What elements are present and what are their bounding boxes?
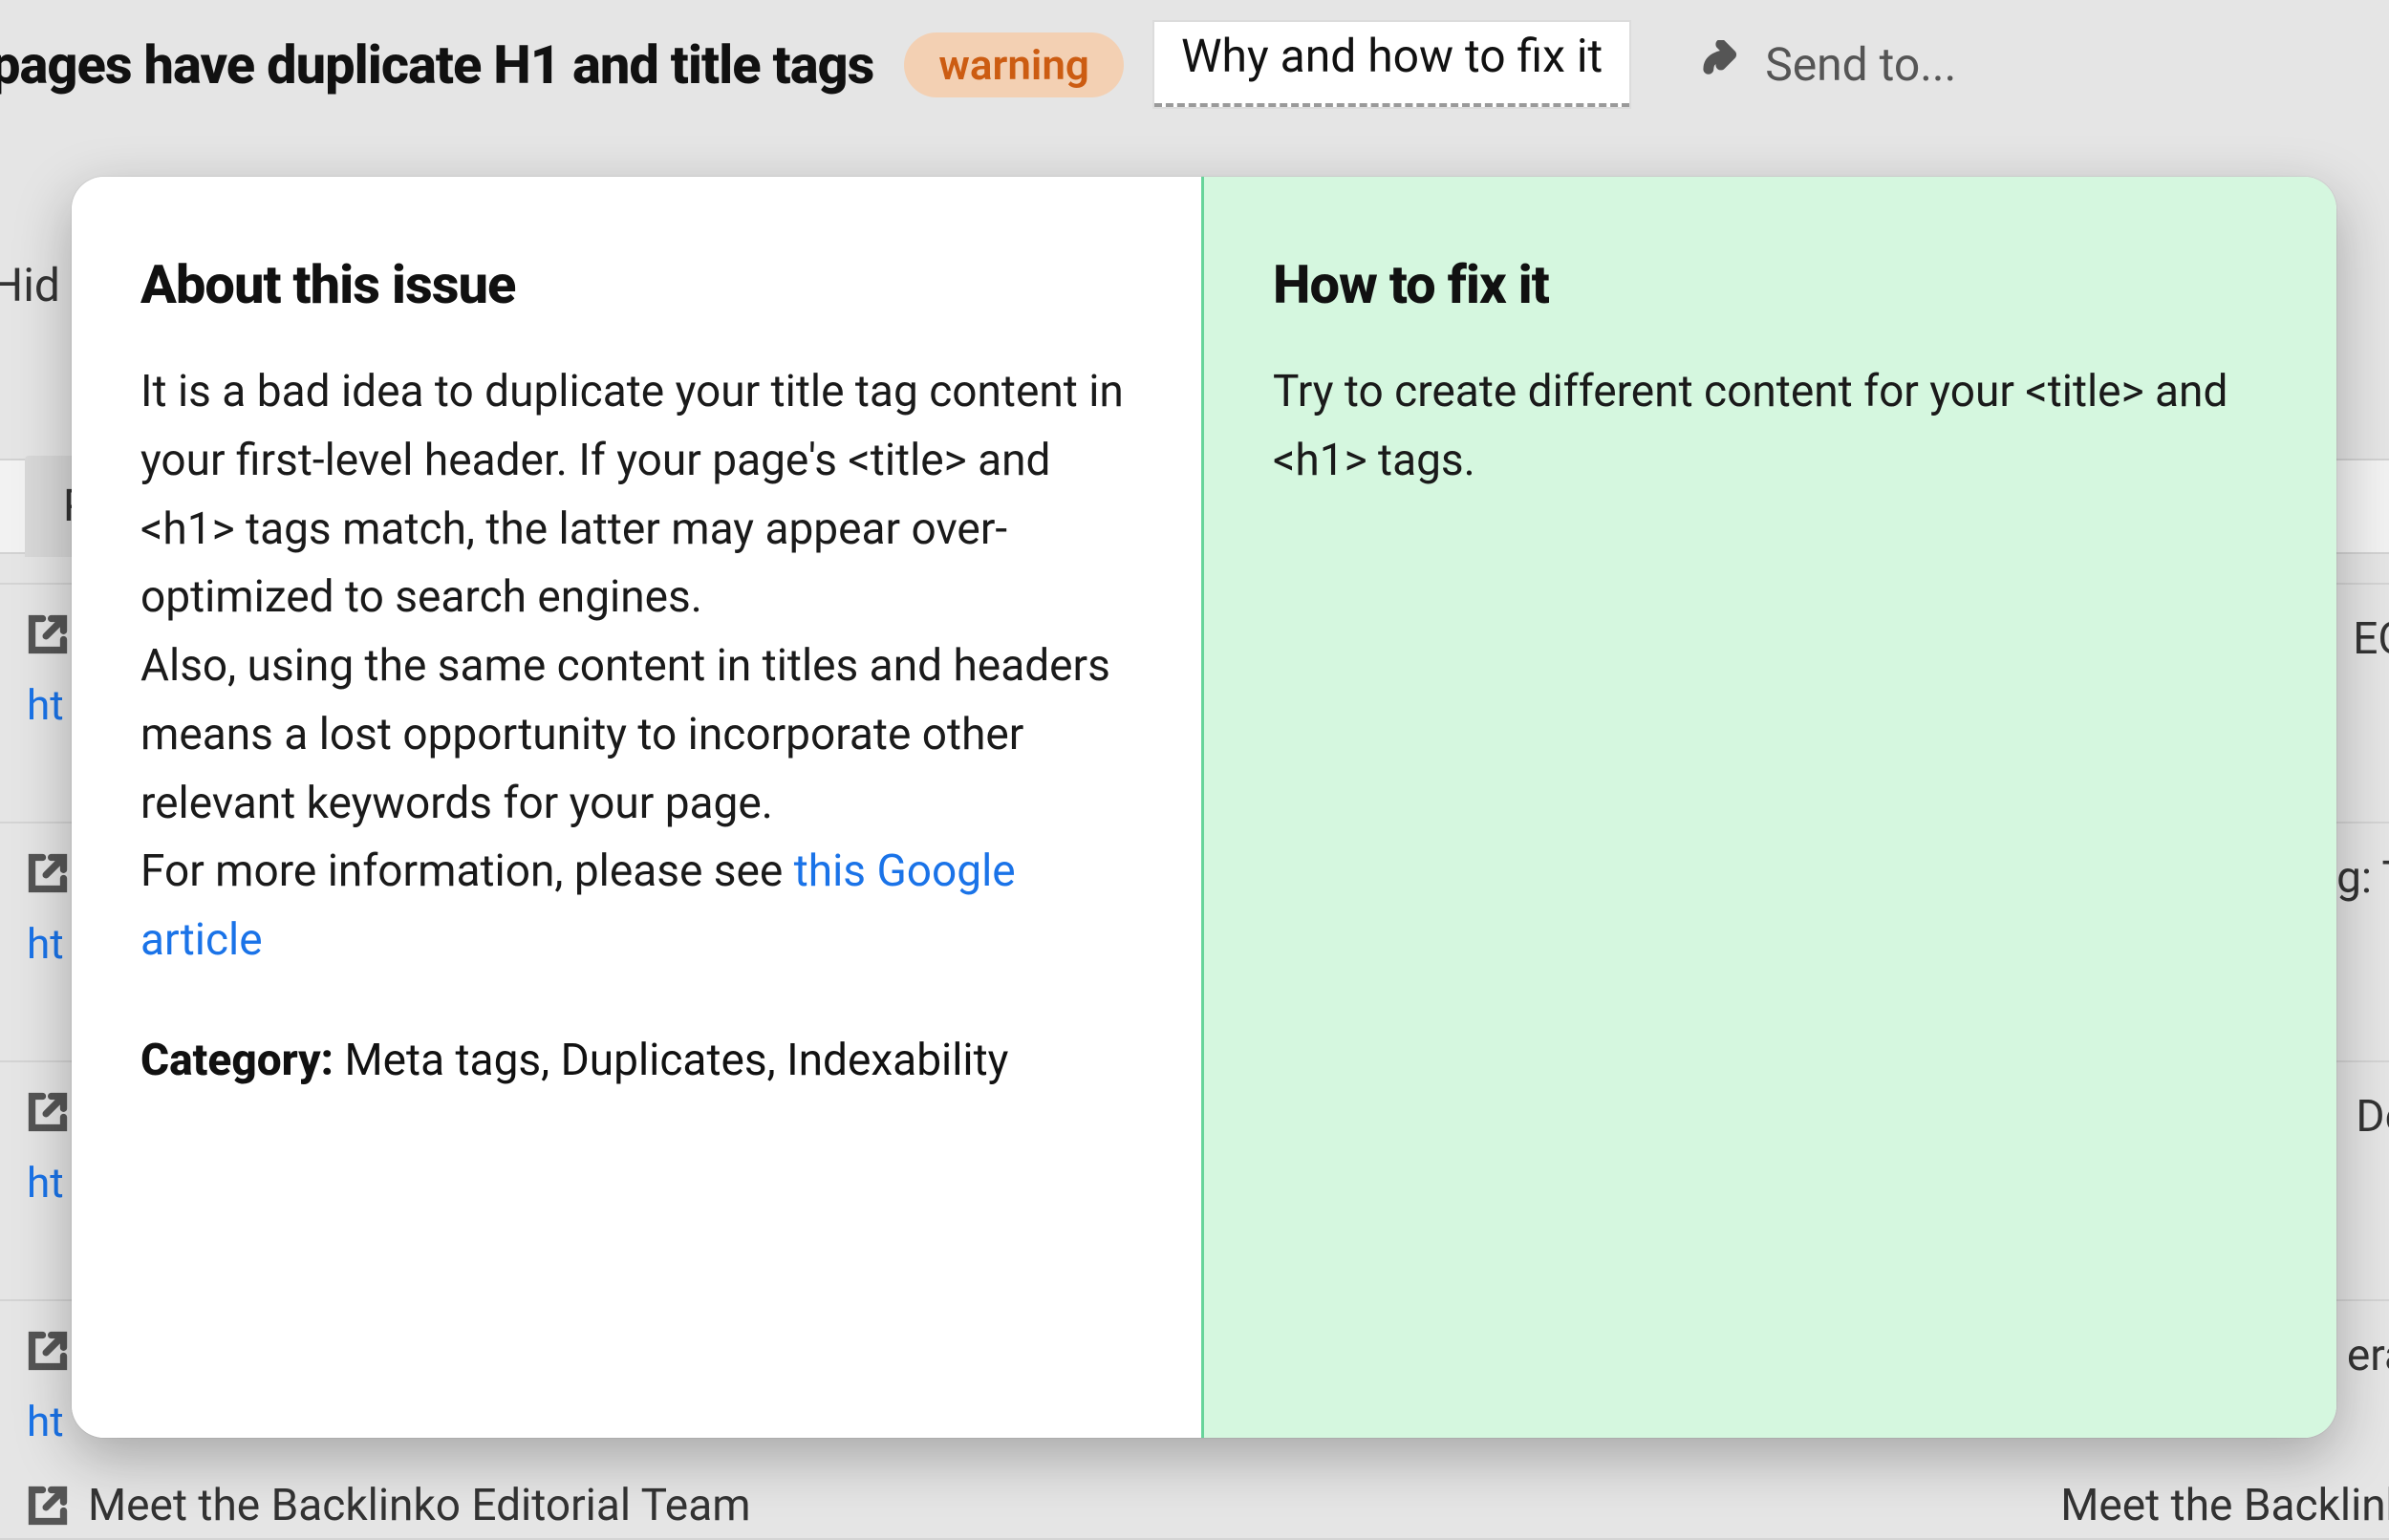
about-paragraph-3-prefix: For more information, please see (140, 845, 794, 897)
row-right-fragment: era (2347, 1330, 2389, 1381)
about-column: About this issue It is a bad idea to dup… (72, 177, 1204, 1438)
external-link-icon (27, 852, 69, 894)
send-to-button[interactable]: Send to... (1698, 37, 1956, 92)
why-and-how-link[interactable]: Why and how to fix it (1154, 22, 1629, 107)
about-paragraph-2: Also, using the same content in titles a… (140, 640, 1110, 829)
about-paragraph-1: It is a bad idea to duplicate your title… (140, 366, 1124, 623)
lastrow-title: Meet the Backlinko Editorial Team (88, 1480, 751, 1531)
issue-popover: About this issue It is a bad idea to dup… (72, 177, 2336, 1438)
share-arrow-icon (1698, 40, 1748, 90)
warning-badge: warning (904, 32, 1124, 97)
lastrow-right: Meet the Backlink (2060, 1480, 2389, 1531)
external-link-icon (27, 1485, 69, 1527)
row-right-fragment: De (2356, 1091, 2389, 1143)
category-line: Category: Meta tags, Duplicates, Indexab… (140, 1027, 1132, 1095)
external-link-icon (27, 1091, 69, 1133)
table-row[interactable]: Meet the Backlinko Editorial Team Meet t… (27, 1480, 2389, 1531)
about-heading: About this issue (140, 253, 1132, 316)
hide-rows-fragment: Hid (0, 258, 60, 312)
send-to-label: Send to... (1765, 37, 1956, 92)
category-label: Category: (140, 1035, 334, 1086)
external-link-icon (27, 1330, 69, 1372)
about-body: It is a bad idea to duplicate your title… (140, 358, 1132, 975)
page-header: pages have duplicate H1 and title tags w… (0, 0, 2389, 129)
fix-body: Try to create different content for your… (1273, 358, 2268, 496)
row-right-fragment: EO (2353, 613, 2389, 665)
issue-title: pages have duplicate H1 and title tags (0, 33, 873, 96)
row-right-fragment: g: T (2336, 852, 2389, 904)
fix-heading: How to fix it (1273, 253, 2268, 316)
fix-column: How to fix it Try to create different co… (1204, 177, 2336, 1438)
category-value: Meta tags, Duplicates, Indexability (344, 1035, 1008, 1086)
external-link-icon (27, 613, 69, 655)
